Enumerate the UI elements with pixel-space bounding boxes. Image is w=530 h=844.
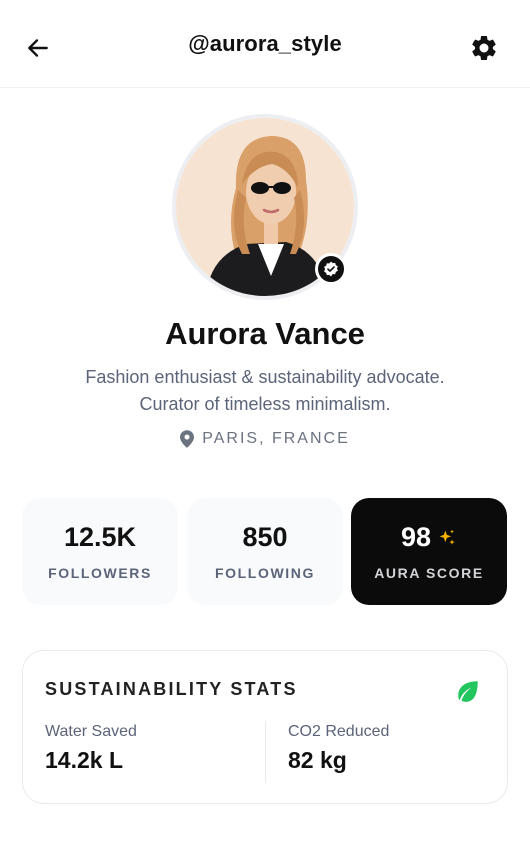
location-pin-icon	[180, 430, 195, 448]
stat-value: 98	[400, 522, 432, 552]
profile-bio: Fashion enthusiast & sustainability advo…	[85, 367, 445, 414]
stat-following[interactable]: 850 FOLLOWING	[187, 498, 343, 605]
metric-co2-reduced: CO2 Reduced 82 kg	[288, 723, 389, 774]
stat-value: 12.5K	[63, 522, 137, 552]
stat-aura-score[interactable]: 98 AURA SCORE	[351, 498, 507, 605]
metric-divider	[265, 721, 266, 783]
sustainability-title: SUSTAINABILITY STATS	[45, 679, 298, 699]
stat-label: FOLLOWING	[215, 565, 315, 581]
avatar-container	[172, 114, 358, 300]
verified-check-icon	[324, 261, 338, 277]
sustainability-card: SUSTAINABILITY STATS Water Saved 14.2k L…	[22, 650, 508, 804]
location-text: PARIS, FRANCE	[202, 430, 350, 447]
profile-location: PARIS, FRANCE	[0, 430, 530, 448]
metric-value: 82 kg	[288, 747, 347, 773]
settings-button[interactable]	[468, 32, 500, 64]
gear-icon	[472, 35, 496, 60]
stat-label: AURA SCORE	[374, 565, 484, 581]
stat-value-row: 98	[401, 522, 457, 553]
verified-badge	[315, 253, 347, 285]
metric-water-saved: Water Saved 14.2k L	[45, 723, 137, 774]
profile-name: Aurora Vance	[165, 316, 365, 351]
metric-label: CO2 Reduced	[288, 723, 390, 740]
arrow-left-icon	[28, 39, 48, 57]
stat-followers[interactable]: 12.5K FOLLOWERS	[22, 498, 178, 605]
top-bar: @aurora_style	[0, 0, 530, 88]
stat-value: 850	[242, 522, 288, 552]
metric-value: 14.2k L	[45, 747, 123, 773]
stat-label: FOLLOWERS	[48, 565, 152, 581]
sparkle-icon	[439, 529, 455, 545]
metric-label: Water Saved	[45, 723, 137, 740]
back-button[interactable]	[22, 32, 54, 64]
leaf-icon	[458, 681, 478, 702]
profile-handle: @aurora_style	[188, 30, 342, 56]
